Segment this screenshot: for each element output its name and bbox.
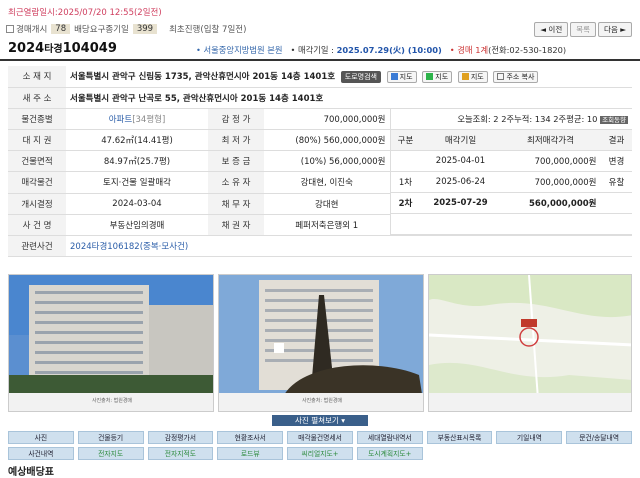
copy-address-button[interactable]: 주소 복사 [493,70,539,83]
open-count: 78 [51,23,71,34]
sale-object: 토지·건물 일괄매각 [66,171,208,194]
deposit-label: 보 증 금 [208,150,264,173]
case-header: 2024타경104049 • 서울중앙지방법원 본원 • 매각기일 : 2025… [0,37,640,61]
btn-e-map[interactable]: 전자지도 [77,447,144,460]
map-button-3[interactable]: 지도 [457,70,488,83]
calendar-icon [6,24,14,33]
type-label: 물건종별 [8,108,66,130]
photo-toggle-button[interactable]: 사진 펼쳐보기 ▾ [272,415,368,426]
tel: (전화:02-530-1820) [488,45,567,55]
case-detail-table: 소 재 지 서울특별시 관악구 신림동 1735, 관악산휴먼시아 201동 1… [8,66,633,257]
map-icon [461,72,469,80]
svg-text:사진출처: 법원경매: 사진출처: 법원경매 [92,397,132,404]
related-label: 관련사건 [8,235,66,257]
sale-date: 2025.07.29(火) (10:00) [336,45,442,55]
addr-label: 소 재 지 [8,66,66,88]
appraisal-label: 감 정 가 [208,108,264,130]
start-label: 개시결정 [8,193,66,215]
open-label: 경매개시 [16,24,48,35]
expected-dividend-title: 예상배당표 [8,467,54,478]
btn-survey[interactable]: 현황조사서 [217,431,284,444]
road-search-button[interactable]: 도로명검색 [340,70,381,83]
deposit: (10%) 56,000,000원 [264,150,390,173]
appraisal-value: 700,000,000원 [264,108,390,130]
photo-2[interactable]: 사진출처: 법원경매 [218,274,424,412]
table-row: 1차 2025-06-24 700,000,000원 유찰 [391,171,633,193]
min-price: (80%) 560,000,000원 [264,129,390,152]
owner: 강대현, 이진숙 [264,171,390,194]
new-address: 서울특별시 관악구 난곡로 55, 관악산휴먼시아 201동 14층 1401호 [66,87,633,109]
chevron-down-icon: ▾ [341,416,345,425]
debtor-label: 채 무 자 [208,193,264,215]
land-area: 47.62㎡(14.41평) [66,129,208,152]
btn-appraisal[interactable]: 감정평가서 [147,431,214,444]
map-icon [390,72,398,80]
casename-label: 사 건 명 [8,214,66,237]
btn-date-history[interactable]: 기일내역 [496,431,563,444]
min-price-label: 최 저 가 [208,129,264,152]
btn-serial-map[interactable]: 씨리얼지도+ [287,447,353,460]
debtor: 강대현 [264,193,390,215]
map-thumbnail[interactable] [428,274,632,412]
building-photo: 사진출처: 법원경매 [219,275,423,411]
btn-roadview[interactable]: 로드뷰 [217,447,284,460]
start-date: 2024-03-04 [66,193,208,215]
prev-button[interactable]: ◄ 이전 [534,22,569,37]
property-type: 아파트[34평형] [66,108,208,130]
history-panel: 오늘조회: 2 2주누적: 134 2주평균: 10 조회동향 구분 매각기일 최저… [389,108,633,236]
photo-strip: 사진출처: 법원경매 사진출처: 법원경매 [8,274,632,412]
building-photo: 사진출처: 법원경매 [9,275,213,411]
copy-icon [497,72,505,80]
creditor-label: 채 권 자 [208,214,264,237]
svg-text:사진출처: 법원경매: 사진출처: 법원경매 [302,397,342,404]
btn-urban-plan[interactable]: 도시계획지도+ [356,447,423,460]
building-area: 84.97㎡(25.7평) [66,150,208,173]
btn-case-history[interactable]: 사건내역 [8,447,74,460]
court-name: • 서울중앙지방법원 본원 [196,45,283,55]
btn-building-registry[interactable]: 건물등기 [77,431,144,444]
owner-label: 소 유 자 [208,171,264,194]
map-button-1[interactable]: 지도 [386,70,417,83]
btn-household[interactable]: 세대열람내역서 [356,431,423,444]
btn-documents[interactable]: 문건/송달내역 [566,431,632,444]
building-label: 건물면적 [8,150,66,173]
btn-sale-spec[interactable]: 매각물건명세서 [287,431,353,444]
dividend-count: 399 [132,23,158,34]
table-row: 2025-04-01 700,000,000원 변경 [391,150,633,172]
list-button[interactable]: 목록 [570,22,597,37]
case-number: 2024타경104049 [8,41,117,56]
creditor: 페퍼저축은행외 1 [264,214,390,237]
address: 서울특별시 관악구 신림동 1735, 관악산휴먼시아 201동 14층 140… [70,71,336,82]
photo-1[interactable]: 사진출처: 법원경매 [8,274,214,412]
btn-photo[interactable]: 사진 [8,431,74,444]
view-stats: 오늘조회: 2 2주누적: 134 2주평균: 10 조회동향 [391,109,633,130]
table-row: 2차 2025-07-29 560,000,000원 [391,192,633,214]
case-info: • 서울중앙지방법원 본원 • 매각기일 : 2025.07.29(火) (10… [196,45,567,55]
location-map [429,275,631,411]
btn-e-cadastral[interactable]: 전자지적도 [147,447,214,460]
recent-view-info: 최근열람일시:2025/07/20 12:55(2일전) [8,8,162,18]
newaddr-label: 새 주 소 [8,87,66,109]
btn-property-list[interactable]: 부동산표시목록 [426,431,493,444]
addr-cell: 서울특별시 관악구 신림동 1735, 관악산휴먼시아 201동 14층 140… [66,66,633,88]
case-name: 부동산임의경매 [66,214,208,237]
land-label: 대 지 권 [8,129,66,152]
dept: • 경매 1계 [449,45,489,55]
first-progress: 최초진행(입찰 7일전) [169,24,247,35]
dividend-label: 배당요구종기일 [74,24,129,35]
doc-buttons: 사진 건물등기 감정평가서 현황조사서 매각물건명세서 세대열람내역서 부동산표… [8,431,632,460]
sale-label: 매각물건 [8,171,66,194]
view-trend-button[interactable]: 조회동향 [600,115,629,124]
related-case-link[interactable]: 2024타경106182(중복·모사건) [66,235,633,257]
map-icon [426,72,434,80]
sale-history-table: 구분 매각기일 최저매각가격 결과 2025-04-01 700,000,000원 변경 … [391,129,633,235]
map-button-2[interactable]: 지도 [422,70,453,83]
nav-buttons: ◄ 이전 목록 다음 ► [534,22,632,37]
next-button[interactable]: 다음 ► [598,22,632,37]
